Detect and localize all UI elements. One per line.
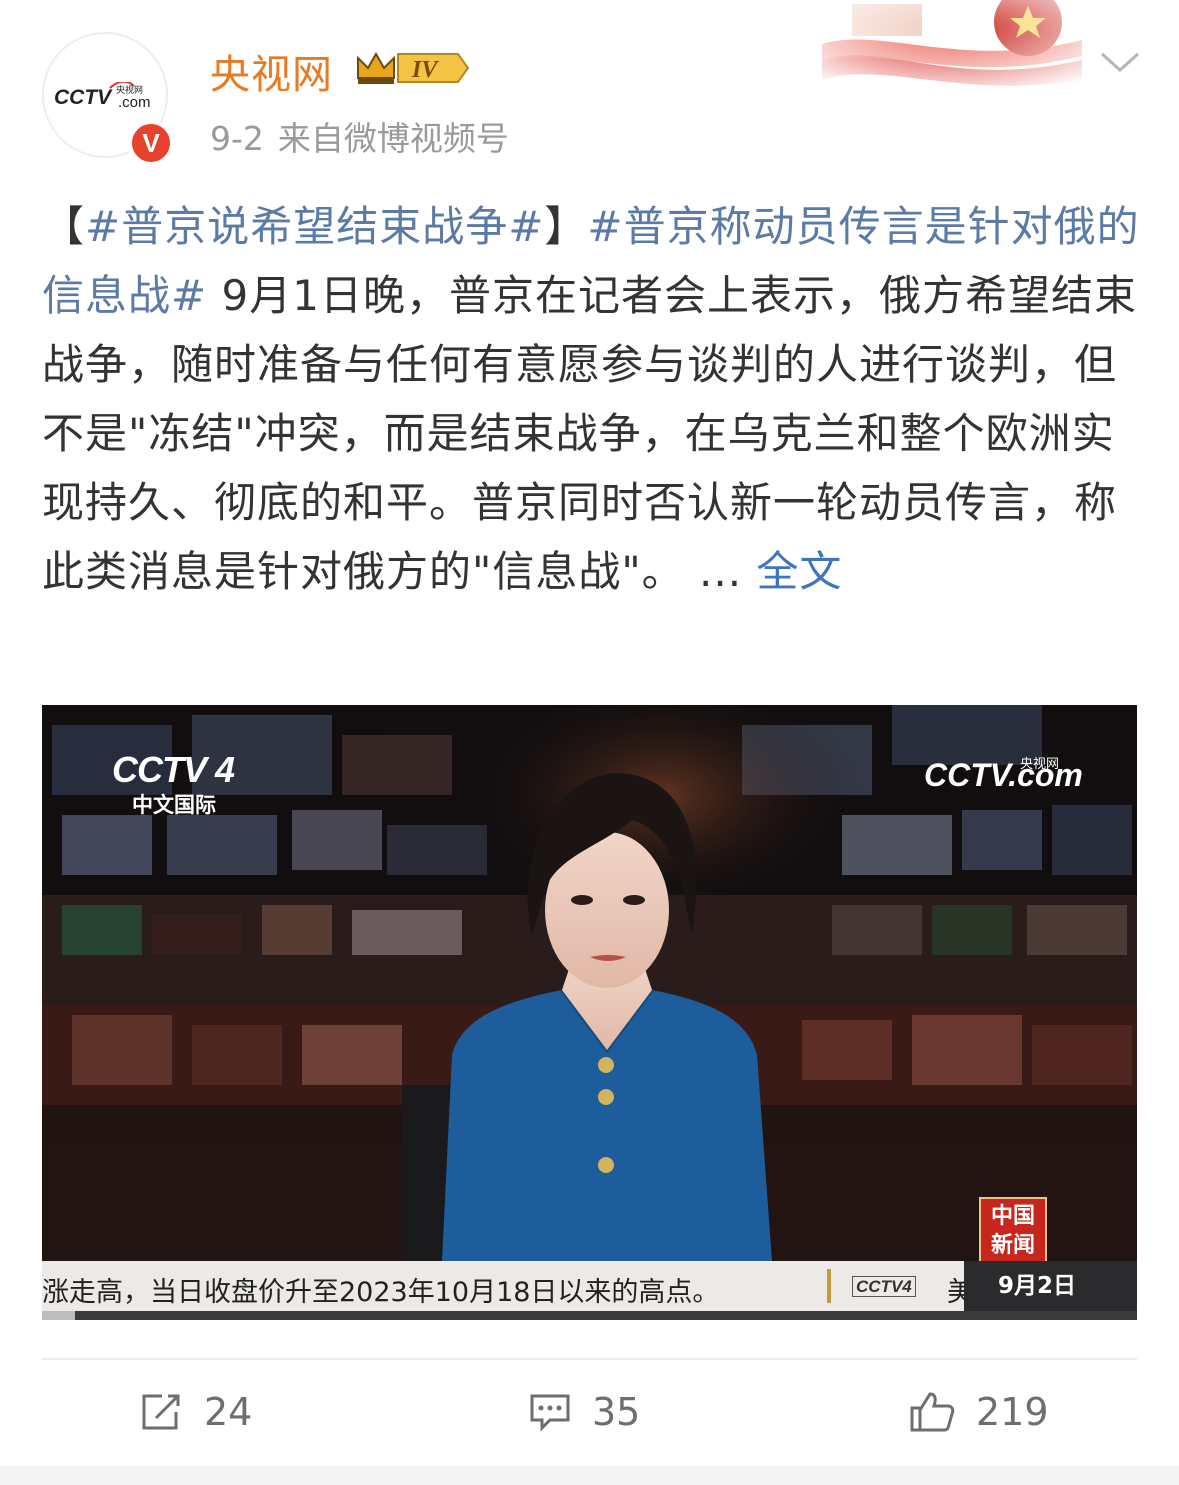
verified-icon: V bbox=[128, 120, 174, 166]
repost-button[interactable]: 24 bbox=[140, 1384, 252, 1440]
video-thumbnail[interactable]: CCTV 4 中文国际 CCTV.com 央视网 中国 新闻 涨走高，当日收盘价… bbox=[42, 705, 1137, 1320]
video-progress-fill bbox=[42, 1311, 75, 1320]
channel-logo-text: CCTV 4 bbox=[112, 749, 235, 790]
cctv-logo-icon: CCTV 央视网 .com bbox=[54, 82, 151, 111]
post-source[interactable]: 来自微博视频号 bbox=[278, 119, 509, 158]
like-count: 219 bbox=[976, 1390, 1049, 1434]
channel-name: 中文国际 bbox=[132, 793, 216, 817]
program-badge: 中国 新闻 bbox=[979, 1197, 1047, 1263]
bracket-close: 】 bbox=[544, 202, 588, 251]
video-progress-bar[interactable] bbox=[42, 1311, 1137, 1320]
comment-icon bbox=[530, 1394, 570, 1432]
crown-icon[interactable]: IV bbox=[354, 48, 472, 88]
post-meta: 9-2 来自微博视频号 bbox=[210, 112, 509, 160]
chevron-down-icon[interactable] bbox=[1098, 44, 1142, 78]
channel-logo: CCTV 4 中文国际 bbox=[112, 749, 235, 819]
like-button[interactable]: 219 bbox=[908, 1384, 1049, 1440]
comment-button[interactable]: 35 bbox=[528, 1384, 640, 1440]
decorative-banner bbox=[812, 0, 1088, 100]
author-name[interactable]: 央视网 bbox=[210, 42, 333, 100]
ticker-separator bbox=[827, 1269, 831, 1303]
comment-count: 35 bbox=[592, 1390, 641, 1434]
news-ticker: 涨走高，当日收盘价升至2023年10月18日以来的高点。 CCTV4 美 9月2… bbox=[42, 1261, 1137, 1311]
divider bbox=[42, 1358, 1137, 1360]
watermark-small: 央视网 bbox=[1020, 757, 1060, 772]
hashtag-link[interactable]: #普京说希望结束战争# bbox=[85, 202, 544, 251]
svg-text:CCTV: CCTV bbox=[54, 86, 113, 109]
ticker-date: 9月2日 bbox=[964, 1261, 1137, 1311]
watermark-text: CCTV.com bbox=[924, 757, 1083, 793]
bottom-bar bbox=[0, 1466, 1179, 1485]
like-icon bbox=[910, 1392, 955, 1432]
post-header: CCTV 央视网 .com V 央视网 IV 9-2 来自微博视频号 bbox=[0, 0, 1179, 175]
ticker-logo: CCTV4 bbox=[852, 1276, 916, 1297]
svg-text:.com: .com bbox=[118, 94, 151, 111]
ticker-text: 涨走高，当日收盘价升至2023年10月18日以来的高点。 bbox=[42, 1277, 720, 1308]
post-date: 9-2 bbox=[210, 119, 264, 158]
bracket-open: 【 bbox=[42, 202, 86, 251]
program-badge-line2: 新闻 bbox=[990, 1233, 1035, 1258]
repost-icon bbox=[142, 1394, 180, 1430]
program-badge-line1: 中国 bbox=[990, 1204, 1035, 1229]
watermark: CCTV.com 央视网 bbox=[924, 757, 1083, 794]
vip-level: IV bbox=[411, 57, 439, 83]
repost-count: 24 bbox=[204, 1390, 253, 1434]
post-text: 【#普京说希望结束战争#】#普京称动员传言是针对俄的信息战# 9月1日晚，普京在… bbox=[42, 192, 1142, 606]
read-more-link[interactable]: 全文 bbox=[756, 547, 842, 596]
post-body: 9月1日晚，普京在记者会上表示，俄方希望结束战争，随时准备与任何有意愿参与谈判的… bbox=[42, 271, 1137, 596]
ellipsis: ... bbox=[699, 547, 757, 596]
